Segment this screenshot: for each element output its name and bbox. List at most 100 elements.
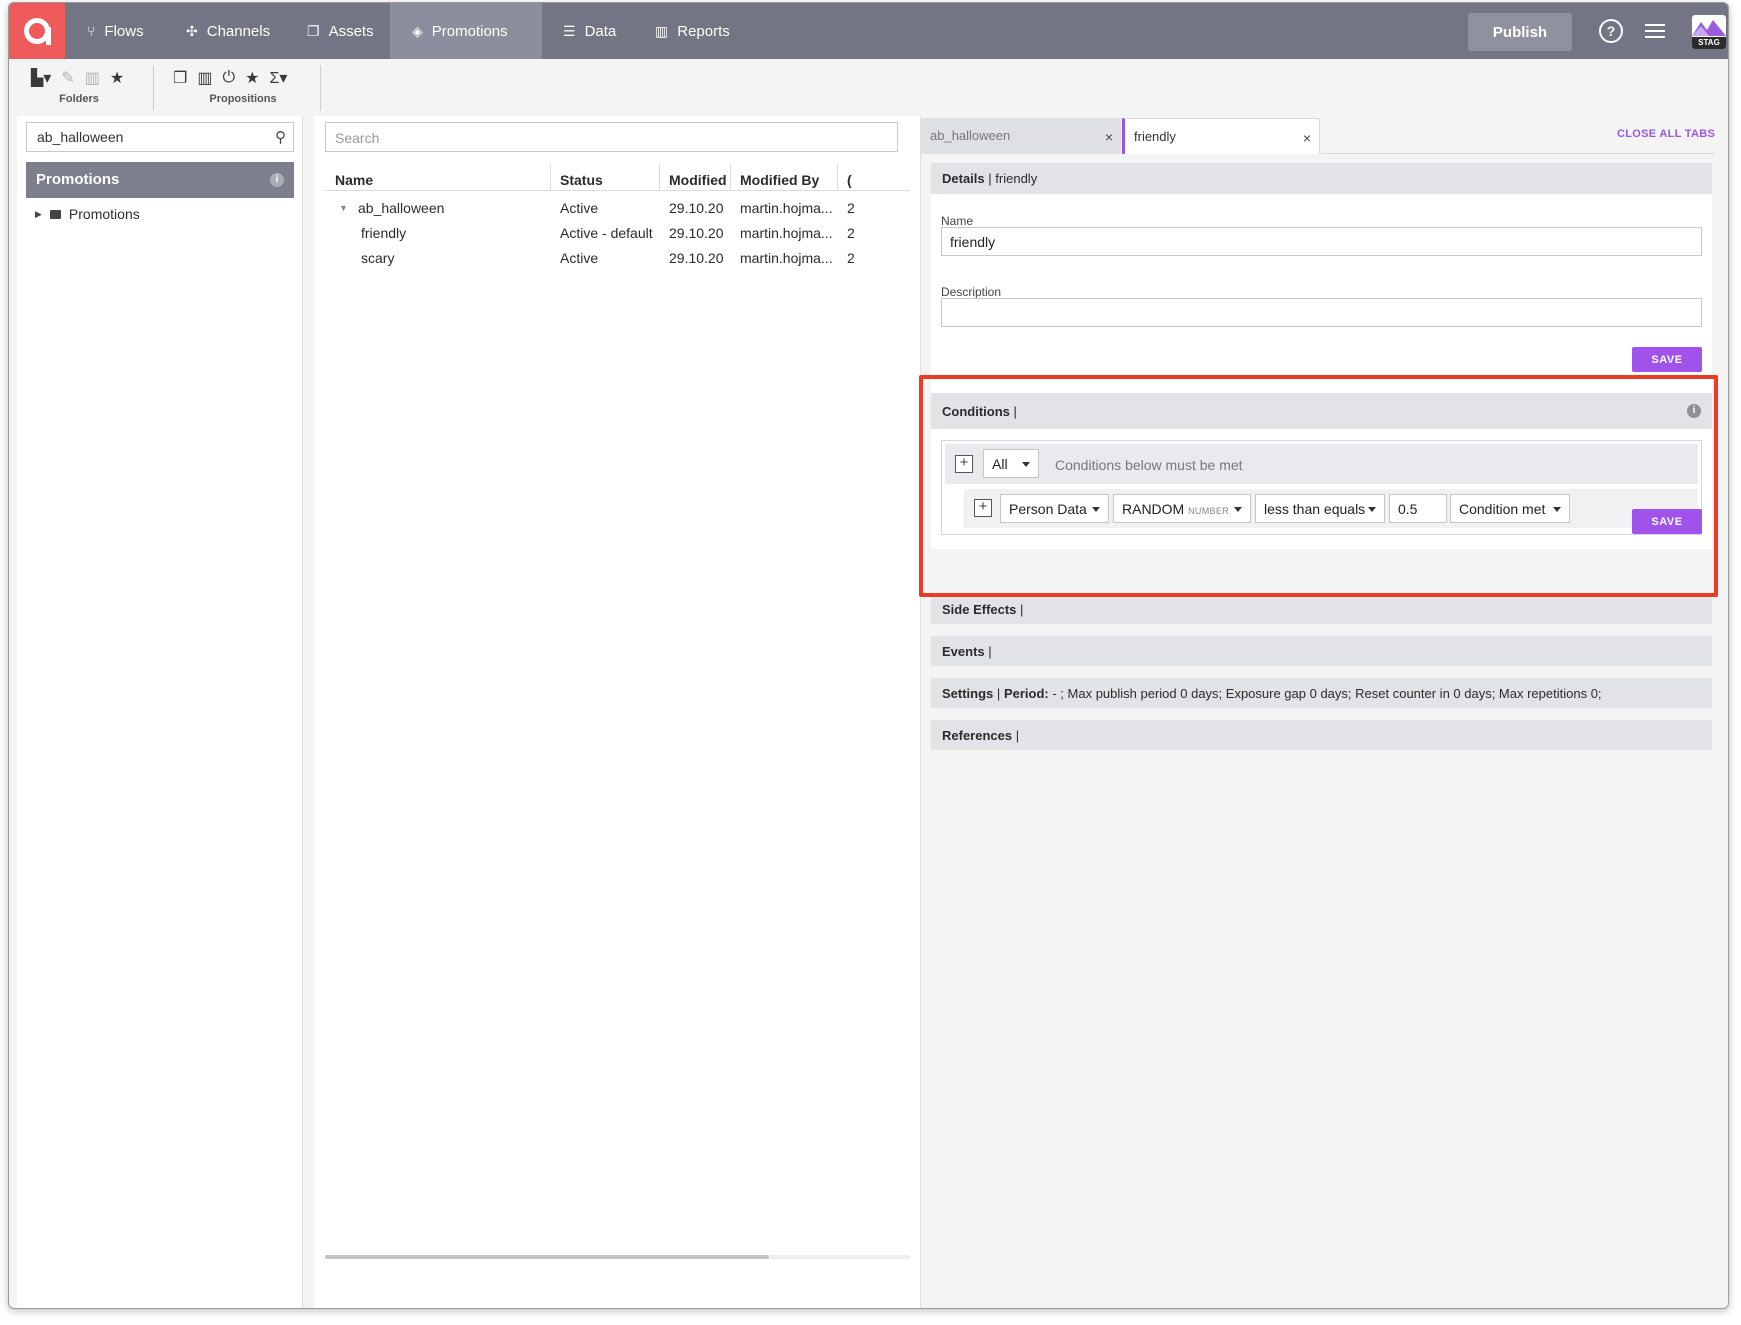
tree-item-label: Promotions xyxy=(68,206,140,222)
conditions-section-header[interactable]: Conditions | i xyxy=(931,393,1712,429)
folder-search-input[interactable]: ab_halloween xyxy=(26,122,294,152)
info-icon[interactable]: i xyxy=(270,173,284,187)
row-status: Active xyxy=(560,250,599,266)
row-name: scary xyxy=(361,250,395,266)
search-icon[interactable]: ⚲ xyxy=(275,128,286,146)
info-icon[interactable]: i xyxy=(1687,404,1701,418)
sum-icon[interactable]: Σ▾ xyxy=(269,68,287,88)
power-icon[interactable]: ⏻ xyxy=(222,69,235,87)
close-all-tabs-link[interactable]: CLOSE ALL TABS xyxy=(1617,128,1715,140)
grid-header: Name Status Modified Modified By ( xyxy=(325,164,910,191)
row-status: Active xyxy=(560,200,599,216)
channels-icon: ✣ xyxy=(186,22,198,39)
nav-promotions[interactable]: ◈ Promotions xyxy=(390,3,542,59)
column-modified-by[interactable]: Modified By xyxy=(740,172,819,188)
favorite-icon[interactable]: ★ xyxy=(245,68,259,88)
description-field[interactable] xyxy=(941,298,1702,327)
flows-icon: ⑂ xyxy=(87,23,96,39)
folders-toolbar-group: ▙▾ ✎ ▥ ★ Folders xyxy=(31,67,127,111)
column-divider[interactable] xyxy=(659,164,660,191)
row-name: friendly xyxy=(361,225,407,241)
name-label: Name xyxy=(941,214,974,228)
edit-icon[interactable]: ✎ xyxy=(61,68,74,88)
details-save-button[interactable]: SAVE xyxy=(1632,347,1702,372)
delete-icon[interactable]: ▥ xyxy=(197,68,212,88)
add-condition-icon[interactable]: + xyxy=(955,455,973,473)
folder-panel: ab_halloween ⚲ Promotions i ▶ Promotions xyxy=(17,116,303,1308)
folder-tree-header[interactable]: Promotions i xyxy=(26,162,294,198)
column-name[interactable]: Name xyxy=(335,172,373,188)
nav-flows[interactable]: ⑂ Flows xyxy=(65,3,166,59)
new-file-icon[interactable]: ▙▾ xyxy=(31,68,51,88)
settings-section-header[interactable]: Settings | Period: - ; Max publish perio… xyxy=(931,678,1712,708)
condition-group-row: + All Conditions below must be met xyxy=(945,444,1698,484)
name-field[interactable]: friendly xyxy=(941,227,1702,256)
section-separator: | xyxy=(988,171,992,186)
details-section-header[interactable]: Details | friendly xyxy=(931,163,1712,194)
publish-button[interactable]: Publish xyxy=(1468,13,1572,51)
tab-friendly[interactable]: friendly × xyxy=(1122,118,1320,154)
data-icon: ☰ xyxy=(563,22,576,39)
row-name: ab_halloween xyxy=(358,200,445,216)
side-effects-section-header[interactable]: Side Effects | xyxy=(931,594,1712,624)
close-tab-icon[interactable]: × xyxy=(1303,130,1311,146)
conditions-save-button[interactable]: SAVE xyxy=(1632,509,1702,534)
column-divider[interactable] xyxy=(550,164,551,191)
add-subcondition-icon[interactable]: + xyxy=(974,499,992,517)
nav-assets[interactable]: ❐ Assets xyxy=(285,3,396,59)
top-nav: ⑂ Flows ✣ Channels ❐ Assets ◈ Promotions… xyxy=(9,3,1728,59)
table-row[interactable]: scary Active 29.10.20 martin.hojma... 2 xyxy=(325,246,910,271)
close-tab-icon[interactable]: × xyxy=(1105,129,1113,145)
tab-label: friendly xyxy=(1134,129,1176,144)
column-divider[interactable] xyxy=(730,164,731,191)
tab-ab-halloween[interactable]: ab_halloween × xyxy=(921,118,1121,154)
operator-select[interactable]: less than equals xyxy=(1255,494,1385,523)
result-select[interactable]: Condition met xyxy=(1450,494,1570,523)
nav-channels[interactable]: ✣ Channels xyxy=(164,3,292,59)
horizontal-scrollbar[interactable] xyxy=(325,1255,910,1259)
detail-panel: ab_halloween × friendly × CLOSE ALL TABS… xyxy=(920,116,1728,1308)
app-logo[interactable] xyxy=(9,3,65,59)
tab-label: ab_halloween xyxy=(930,128,1011,143)
environment-badge[interactable]: STAG xyxy=(1692,15,1726,49)
section-separator: | xyxy=(996,686,1001,701)
proposition-search-input[interactable]: Search xyxy=(325,122,898,152)
nav-data[interactable]: ☰ Data xyxy=(541,3,638,59)
group-operator-select[interactable]: All xyxy=(983,449,1039,478)
settings-summary: - ; Max publish period 0 days; Exposure … xyxy=(1052,686,1602,701)
column-modified[interactable]: Modified xyxy=(669,172,727,188)
source-select[interactable]: Person Data xyxy=(1000,494,1109,523)
folder-icon xyxy=(49,209,61,219)
conditions-body: + All Conditions below must be met + Per… xyxy=(931,429,1712,549)
operator-value: less than equals xyxy=(1264,501,1366,517)
nav-assets-label: Assets xyxy=(328,22,374,40)
help-icon[interactable]: ? xyxy=(1599,19,1623,43)
value-input[interactable]: 0.5 xyxy=(1389,494,1447,523)
attribute-type: NUMBER xyxy=(1188,506,1229,516)
tab-underline xyxy=(1321,153,1714,154)
reports-icon: ▥ xyxy=(655,22,669,39)
table-row[interactable]: ▼ ab_halloween Active 29.10.20 martin.ho… xyxy=(325,196,910,221)
column-status[interactable]: Status xyxy=(560,172,603,188)
settings-sliders-icon[interactable] xyxy=(1645,21,1665,41)
section-separator: | xyxy=(1015,728,1020,743)
promotions-icon: ◈ xyxy=(412,22,423,39)
copy-icon[interactable]: ❐ xyxy=(173,68,187,88)
nav-reports[interactable]: ▥ Reports xyxy=(633,3,752,59)
attribute-select[interactable]: RANDOM NUMBER xyxy=(1113,494,1251,523)
condition-rule-row: + Person Data RANDOM NUMBER less than eq… xyxy=(964,489,1698,528)
conditions-title: Conditions xyxy=(942,404,1010,419)
scrollbar-thumb[interactable] xyxy=(325,1255,769,1259)
tree-item-promotions[interactable]: ▶ Promotions xyxy=(35,206,140,222)
star-icon[interactable]: ★ xyxy=(110,68,124,88)
expand-caret-icon[interactable]: ▶ xyxy=(35,209,42,220)
period-label: Period: xyxy=(1003,686,1049,701)
column-truncated[interactable]: ( xyxy=(847,172,852,188)
events-section-header[interactable]: Events | xyxy=(931,636,1712,666)
collapse-caret-icon[interactable]: ▼ xyxy=(339,203,348,213)
trash-icon[interactable]: ▥ xyxy=(85,68,100,88)
table-row[interactable]: friendly Active - default 29.10.20 marti… xyxy=(325,221,910,246)
nav-promotions-label: Promotions xyxy=(431,22,508,40)
references-section-header[interactable]: References | xyxy=(931,720,1712,750)
column-divider[interactable] xyxy=(837,164,838,191)
